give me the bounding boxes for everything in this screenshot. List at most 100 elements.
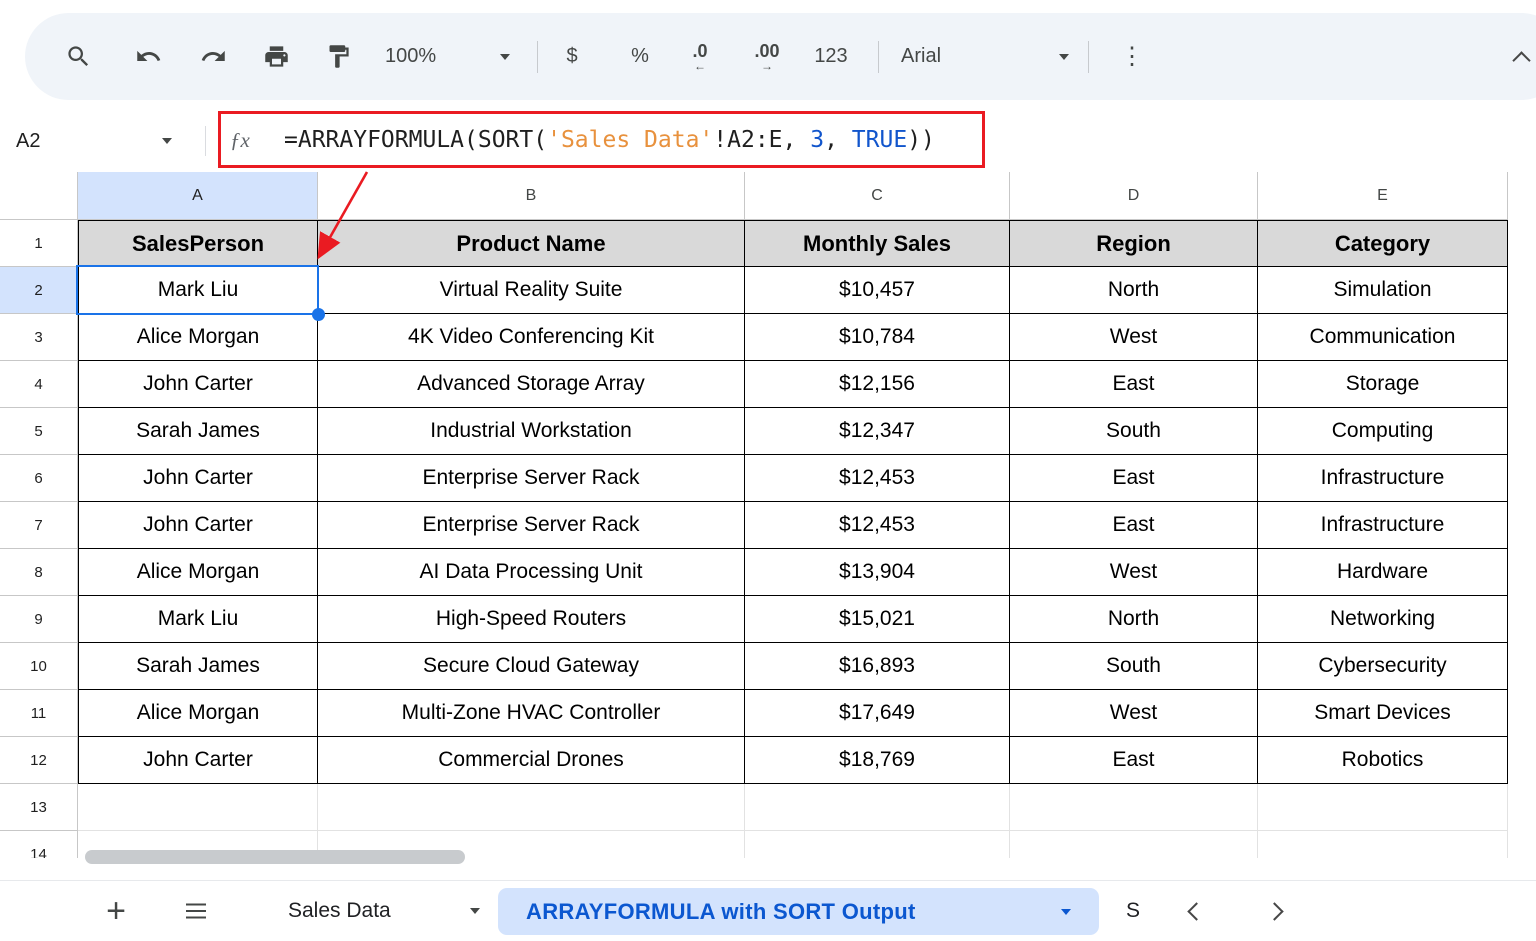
cell-B9[interactable]: High-Speed Routers (318, 596, 745, 643)
cell-C11[interactable]: $17,649 (745, 690, 1010, 737)
row-header-11[interactable]: 11 (0, 690, 78, 737)
row-header-6[interactable]: 6 (0, 455, 78, 502)
more-options-button[interactable]: ⋮ (1115, 37, 1149, 77)
cell-C12[interactable]: $18,769 (745, 737, 1010, 784)
row-header-8[interactable]: 8 (0, 549, 78, 596)
print-button[interactable] (258, 37, 294, 77)
name-box-caret-icon[interactable] (162, 138, 172, 144)
row-header-5[interactable]: 5 (0, 408, 78, 455)
scroll-tabs-right-button[interactable] (1256, 881, 1292, 941)
redo-button[interactable] (195, 37, 231, 77)
column-header-B[interactable]: B (318, 172, 745, 220)
cell-B4[interactable]: Advanced Storage Array (318, 361, 745, 408)
cell-C8[interactable]: $13,904 (745, 549, 1010, 596)
cell-E6[interactable]: Infrastructure (1258, 455, 1508, 502)
scroll-tabs-left-button[interactable] (1178, 881, 1214, 941)
cell-A4[interactable]: John Carter (78, 361, 318, 408)
cell-C2[interactable]: $10,457 (745, 267, 1010, 314)
cell-A3[interactable]: Alice Morgan (78, 314, 318, 361)
cell-B1[interactable]: Product Name (318, 220, 745, 267)
cell-D6[interactable]: East (1010, 455, 1258, 502)
cell-B6[interactable]: Enterprise Server Rack (318, 455, 745, 502)
row-header-1[interactable]: 1 (0, 220, 78, 267)
cell-C13[interactable] (745, 784, 1010, 831)
cell-D14[interactable] (1010, 831, 1258, 858)
cell-C3[interactable]: $10,784 (745, 314, 1010, 361)
cell-D3[interactable]: West (1010, 314, 1258, 361)
cell-D7[interactable]: East (1010, 502, 1258, 549)
cell-E14[interactable] (1258, 831, 1508, 858)
row-header-2[interactable]: 2 (0, 267, 78, 314)
cell-B7[interactable]: Enterprise Server Rack (318, 502, 745, 549)
number-format-button[interactable]: 123 (807, 37, 855, 77)
cell-B12[interactable]: Commercial Drones (318, 737, 745, 784)
sheet-tab-arrayformula-sort-output[interactable]: ARRAYFORMULA with SORT Output (498, 888, 1099, 935)
cell-A10[interactable]: Sarah James (78, 643, 318, 690)
cell-A6[interactable]: John Carter (78, 455, 318, 502)
cell-D2[interactable]: North (1010, 267, 1258, 314)
cell-E11[interactable]: Smart Devices (1258, 690, 1508, 737)
name-box[interactable]: A2 (16, 110, 40, 172)
cell-B5[interactable]: Industrial Workstation (318, 408, 745, 455)
sheet-tab-sales-data[interactable]: Sales Data (288, 881, 480, 941)
horizontal-scrollbar[interactable] (85, 850, 465, 864)
cell-B13[interactable] (318, 784, 745, 831)
format-currency-button[interactable]: $ (555, 37, 589, 77)
cell-C1[interactable]: Monthly Sales (745, 220, 1010, 267)
cell-E7[interactable]: Infrastructure (1258, 502, 1508, 549)
column-header-A[interactable]: A (78, 172, 318, 220)
all-sheets-menu-button[interactable] (176, 881, 216, 941)
undo-button[interactable] (130, 37, 166, 77)
cell-D4[interactable]: East (1010, 361, 1258, 408)
fill-handle[interactable] (312, 308, 325, 321)
cell-A8[interactable]: Alice Morgan (78, 549, 318, 596)
cell-C5[interactable]: $12,347 (745, 408, 1010, 455)
column-header-E[interactable]: E (1258, 172, 1508, 220)
zoom-selector[interactable]: 100% (385, 37, 510, 77)
cell-A11[interactable]: Alice Morgan (78, 690, 318, 737)
row-header-14[interactable]: 14 (0, 831, 78, 858)
cell-D12[interactable]: East (1010, 737, 1258, 784)
cell-D11[interactable]: West (1010, 690, 1258, 737)
cell-C7[interactable]: $12,453 (745, 502, 1010, 549)
row-header-9[interactable]: 9 (0, 596, 78, 643)
row-header-13[interactable]: 13 (0, 784, 78, 831)
cell-D5[interactable]: South (1010, 408, 1258, 455)
cell-E13[interactable] (1258, 784, 1508, 831)
cell-C14[interactable] (745, 831, 1010, 858)
cell-C6[interactable]: $12,453 (745, 455, 1010, 502)
cell-B3[interactable]: 4K Video Conferencing Kit (318, 314, 745, 361)
select-all-corner[interactable] (0, 172, 78, 220)
cell-E1[interactable]: Category (1258, 220, 1508, 267)
cell-C4[interactable]: $12,156 (745, 361, 1010, 408)
cell-E3[interactable]: Communication (1258, 314, 1508, 361)
row-header-10[interactable]: 10 (0, 643, 78, 690)
cell-D9[interactable]: North (1010, 596, 1258, 643)
paint-format-button[interactable] (320, 37, 356, 77)
cell-A12[interactable]: John Carter (78, 737, 318, 784)
format-percent-button[interactable]: % (623, 37, 657, 77)
sheet-tab-partial[interactable]: S (1126, 881, 1140, 941)
cell-D13[interactable] (1010, 784, 1258, 831)
cell-D8[interactable]: West (1010, 549, 1258, 596)
cell-E5[interactable]: Computing (1258, 408, 1508, 455)
cell-A2[interactable]: Mark Liu (78, 267, 318, 314)
cell-C9[interactable]: $15,021 (745, 596, 1010, 643)
cell-E9[interactable]: Networking (1258, 596, 1508, 643)
column-header-C[interactable]: C (745, 172, 1010, 220)
cell-E2[interactable]: Simulation (1258, 267, 1508, 314)
cell-B10[interactable]: Secure Cloud Gateway (318, 643, 745, 690)
cell-A7[interactable]: John Carter (78, 502, 318, 549)
tab-menu-caret-icon[interactable] (470, 908, 480, 914)
column-header-D[interactable]: D (1010, 172, 1258, 220)
cell-D1[interactable]: Region (1010, 220, 1258, 267)
row-header-3[interactable]: 3 (0, 314, 78, 361)
cell-C10[interactable]: $16,893 (745, 643, 1010, 690)
row-header-7[interactable]: 7 (0, 502, 78, 549)
collapse-toolbar-button[interactable] (1503, 37, 1536, 77)
cell-A9[interactable]: Mark Liu (78, 596, 318, 643)
cell-E10[interactable]: Cybersecurity (1258, 643, 1508, 690)
cell-B2[interactable]: Virtual Reality Suite (318, 267, 745, 314)
cell-D10[interactable]: South (1010, 643, 1258, 690)
tab-menu-caret-icon[interactable] (1061, 909, 1071, 915)
